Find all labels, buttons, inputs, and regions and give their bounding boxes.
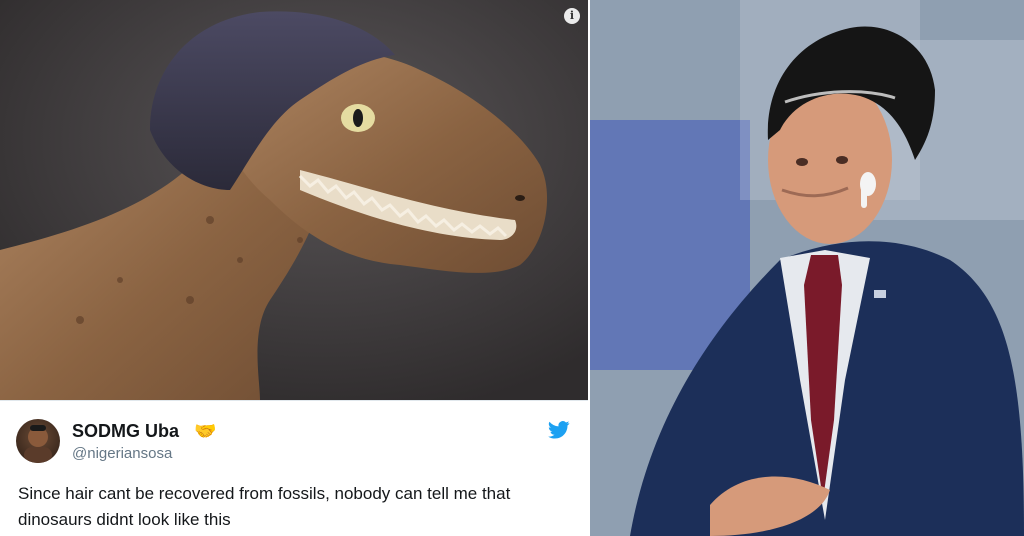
avatar-illustration xyxy=(24,425,52,463)
user-handle[interactable]: @nigeriansosa xyxy=(72,445,172,462)
man-illustration xyxy=(590,0,1024,536)
info-icon[interactable]: i xyxy=(564,8,580,24)
display-name[interactable]: SODMG Uba xyxy=(72,421,179,442)
dinosaur-photo: i xyxy=(0,0,588,401)
tweet-card: SODMG Uba 🤝 @nigeriansosa Since hair can… xyxy=(0,401,588,536)
raptor-illustration xyxy=(0,0,588,400)
tweet-text: Since hair cant be recovered from fossil… xyxy=(18,484,511,529)
man-photo xyxy=(590,0,1024,536)
twitter-bird-icon[interactable] xyxy=(548,421,570,439)
avatar[interactable] xyxy=(16,419,60,463)
handshake-icon: 🤝 xyxy=(194,421,217,441)
meme-left-panel: i SODMG Uba 🤝 @nigeriansosa Since hair c… xyxy=(0,0,590,536)
